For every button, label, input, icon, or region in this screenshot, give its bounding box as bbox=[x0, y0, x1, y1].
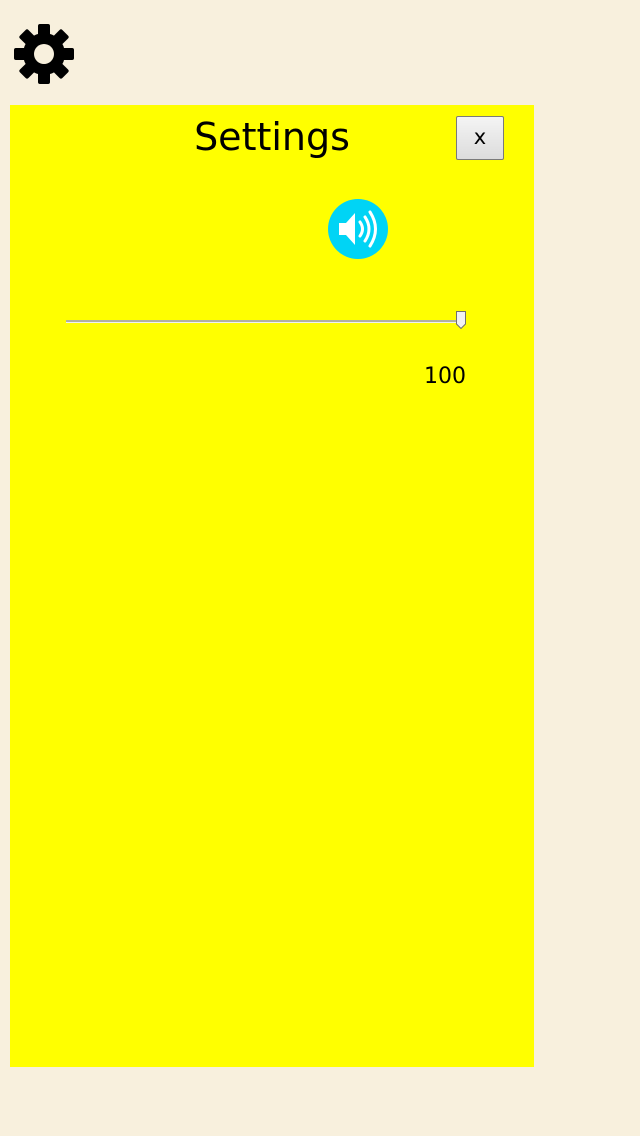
settings-gear-icon[interactable] bbox=[12, 22, 76, 86]
settings-panel bbox=[10, 105, 534, 1067]
volume-slider-thumb[interactable] bbox=[456, 311, 466, 329]
sound-toggle-button[interactable] bbox=[327, 198, 389, 260]
volume-slider[interactable] bbox=[66, 310, 466, 334]
speaker-icon bbox=[328, 199, 388, 259]
volume-slider-track bbox=[66, 320, 466, 323]
volume-value: 100 bbox=[424, 364, 466, 389]
gear-icon bbox=[14, 24, 74, 84]
close-button[interactable]: x bbox=[456, 116, 504, 160]
